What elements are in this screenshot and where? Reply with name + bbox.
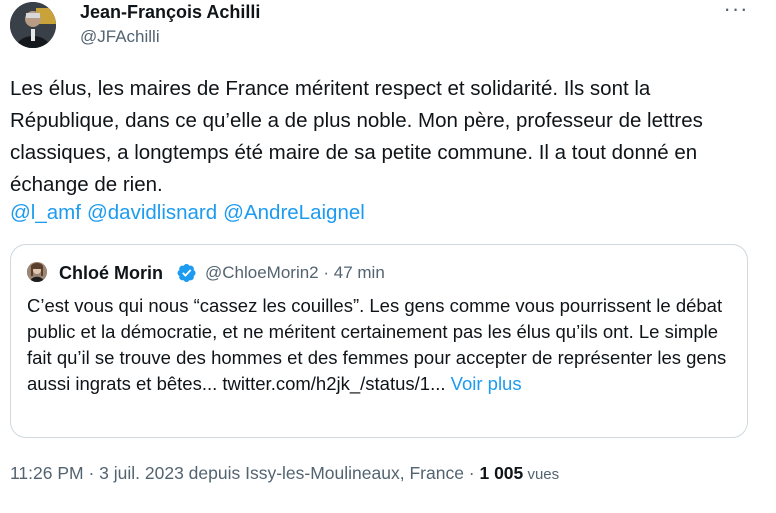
quoted-avatar-photo — [27, 262, 47, 282]
mention-link-amf[interactable]: @l_amf — [10, 201, 81, 224]
verified-badge-icon — [177, 264, 196, 282]
avatar-photo — [10, 2, 56, 48]
quoted-text-body: C’est vous qui nous “cassez les couilles… — [27, 295, 727, 394]
tweet-text: Les élus, les maires de France méritent … — [10, 77, 703, 196]
view-count: 1 005 — [479, 463, 524, 483]
author-name[interactable]: Jean-François Achilli — [80, 2, 260, 22]
show-more-link[interactable]: Voir plus — [451, 373, 522, 394]
view-label: vues — [523, 466, 560, 483]
quoted-tweet[interactable]: Chloé Morin @ChloeMorin2 · 47 min C’est … — [10, 244, 748, 438]
quoted-author-avatar — [27, 262, 47, 282]
author-avatar[interactable] — [10, 2, 56, 48]
mention-link-andrelaignel[interactable]: @AndreLaignel — [223, 201, 365, 224]
more-options-icon[interactable]: ··· — [722, 0, 750, 22]
author-handle[interactable]: @JFAchilli — [80, 27, 160, 47]
mention-link-davidlisnard[interactable]: @davidlisnard — [87, 201, 217, 224]
quoted-author-name: Chloé Morin — [59, 263, 163, 283]
quoted-tweet-text: C’est vous qui nous “cassez les couilles… — [27, 293, 737, 397]
tweet-meta: 11:26 PM · 3 juil. 2023 depuis Issy-les-… — [10, 462, 559, 486]
tweet-timestamp[interactable]: 11:26 PM · 3 juil. 2023 depuis Issy-les-… — [10, 463, 479, 483]
quoted-handle-time: @ChloeMorin2 · 47 min — [205, 263, 385, 282]
tweet-mentions: @l_amf @davidlisnard @AndreLaignel — [10, 199, 371, 227]
